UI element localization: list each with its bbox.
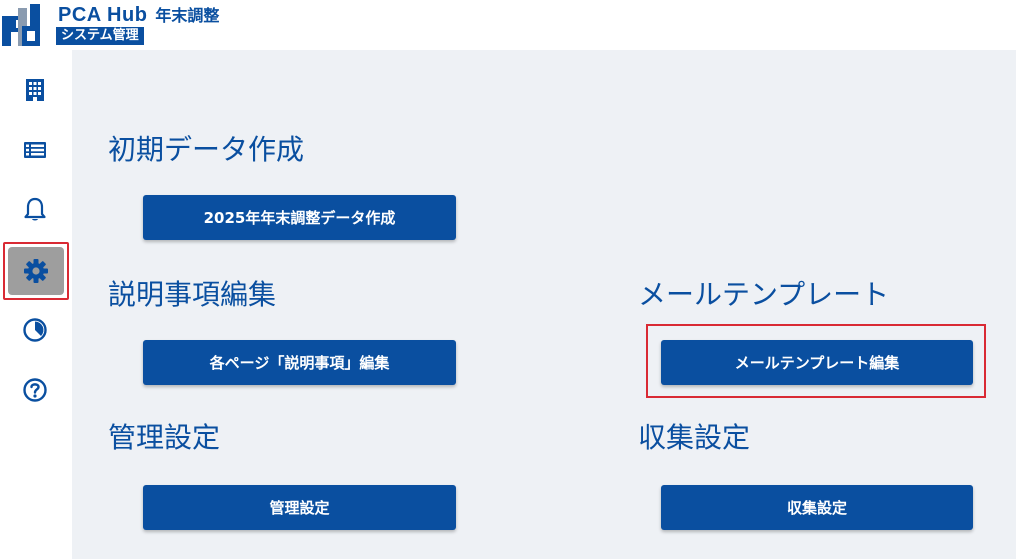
section-title-mail-template: メールテンプレート xyxy=(638,278,890,311)
sidebar-item-help[interactable] xyxy=(12,367,58,413)
edit-explanation-button[interactable]: 各ページ「説明事項」編集 xyxy=(143,340,456,385)
gear-icon xyxy=(24,259,48,283)
main-content: 初期データ作成 2025年年末調整データ作成 説明事項編集 各ページ「説明事項」… xyxy=(72,50,1016,559)
brand-name: PCA Hub xyxy=(58,4,148,26)
sidebar-item-list[interactable] xyxy=(12,127,58,173)
sidebar-item-progress[interactable] xyxy=(12,307,58,353)
bell-icon xyxy=(24,197,46,221)
section-title-initial-data: 初期データ作成 xyxy=(108,133,305,166)
product-name: 年末調整 xyxy=(155,6,220,25)
collection-settings-button[interactable]: 収集設定 xyxy=(661,485,973,530)
section-title-explanation: 説明事項編集 xyxy=(108,278,277,311)
section-title-collection-settings: 収集設定 xyxy=(638,421,751,454)
section-title-admin-settings: 管理設定 xyxy=(108,421,221,454)
create-year-end-data-button[interactable]: 2025年年末調整データ作成 xyxy=(143,195,456,240)
active-indicator xyxy=(8,247,64,295)
sidebar xyxy=(0,50,72,559)
pie-chart-icon xyxy=(23,318,47,342)
help-icon xyxy=(23,378,47,402)
sidebar-item-organization[interactable] xyxy=(12,67,58,113)
edit-mail-template-button[interactable]: メールテンプレート編集 xyxy=(661,340,973,385)
brand-title: PCA Hub 年末調整 xyxy=(58,2,219,26)
app-header: PCA Hub 年末調整 システム管理 xyxy=(0,0,1016,50)
admin-settings-button[interactable]: 管理設定 xyxy=(143,485,456,530)
sidebar-item-settings[interactable] xyxy=(3,242,69,300)
pca-logo-icon[interactable] xyxy=(2,4,42,46)
brand-subtitle: システム管理 xyxy=(56,27,144,45)
sidebar-item-notifications[interactable] xyxy=(12,187,58,233)
list-icon xyxy=(24,142,46,158)
building-icon xyxy=(26,79,44,101)
